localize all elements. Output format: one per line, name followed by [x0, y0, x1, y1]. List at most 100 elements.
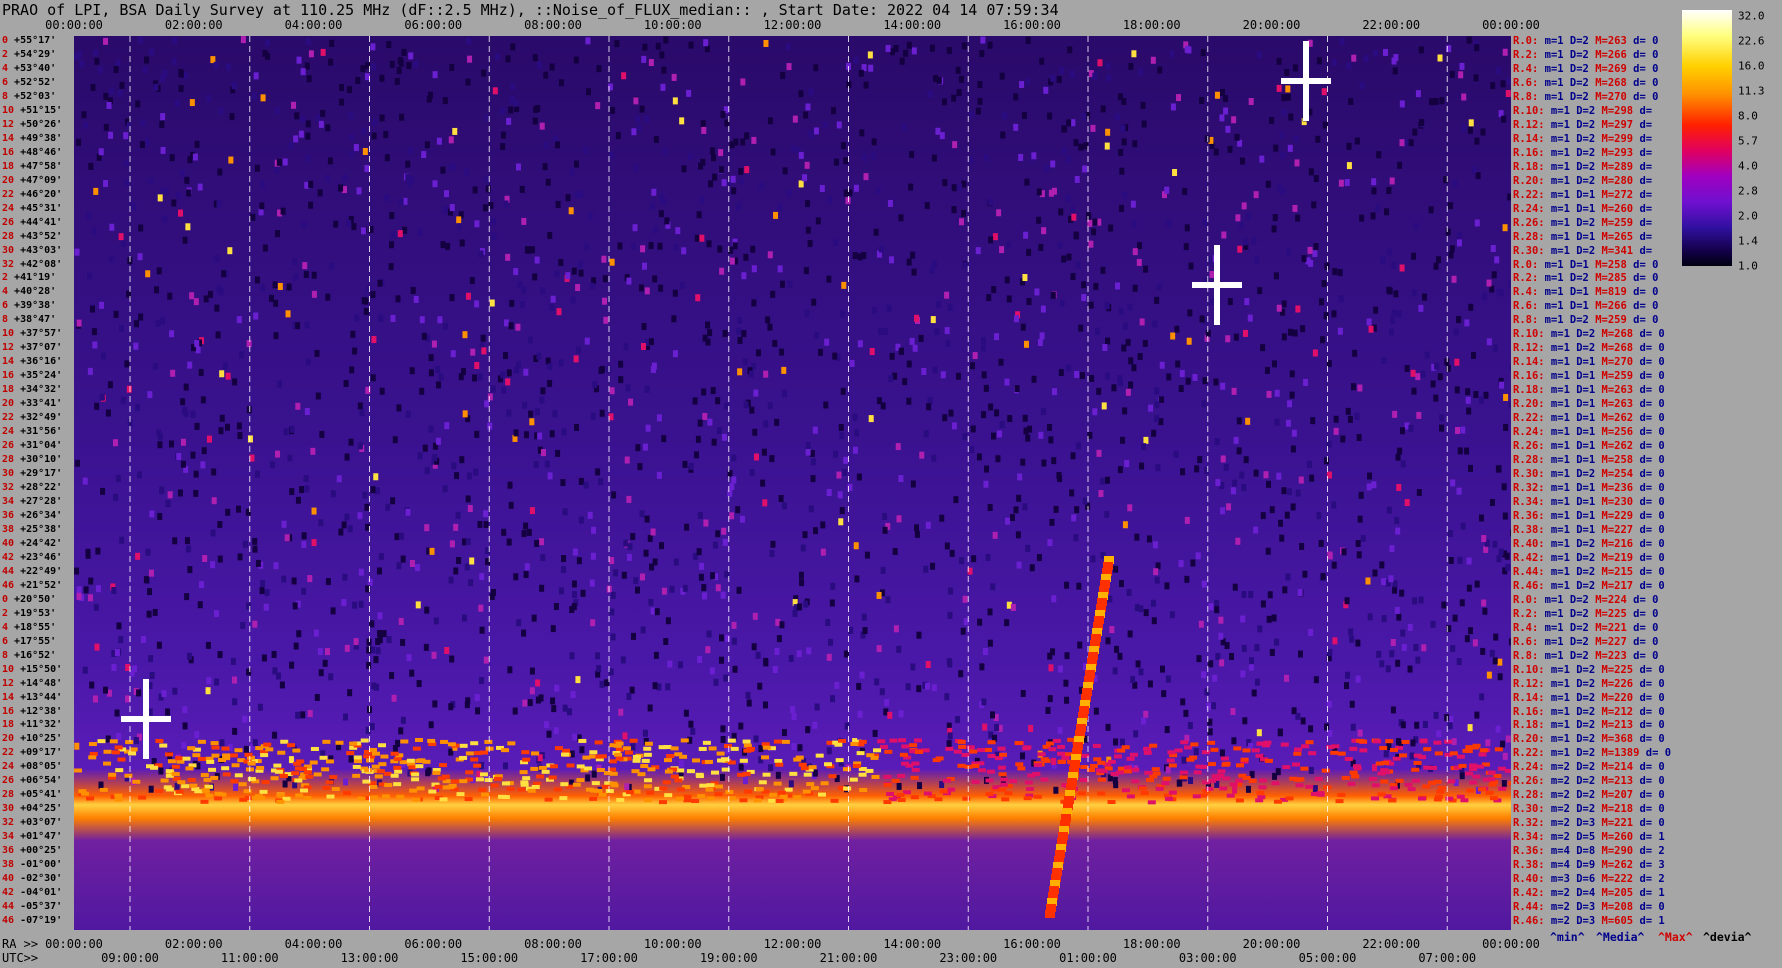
noise-pixel	[483, 521, 489, 529]
noise-pixel	[645, 424, 651, 432]
noise-pixel	[1204, 688, 1210, 696]
top-tick-label: 14:00:00	[883, 18, 942, 32]
row-stat: R.14: m=1 D=1 M=270 d= 0	[1513, 357, 1665, 368]
top-tick-label: 06:00:00	[404, 18, 463, 32]
row-stat: R.18: m=1 D=2 M=213 d= 0	[1513, 720, 1665, 731]
noise-pixel	[219, 739, 225, 747]
stat-part: m=1	[1544, 454, 1577, 467]
stat-part: m=1	[1538, 272, 1570, 285]
noise-pixel	[1313, 175, 1319, 183]
noise-pixel	[1104, 142, 1110, 150]
band-pixel	[798, 762, 807, 767]
declination-index: 38	[2, 523, 21, 535]
noise-pixel	[1070, 452, 1076, 460]
noise-pixel	[813, 127, 819, 135]
band-pixel	[576, 778, 585, 783]
stat-part: M=262	[1601, 859, 1634, 872]
noise-pixel	[424, 524, 430, 532]
noise-pixel	[288, 756, 294, 764]
band-pixel	[871, 774, 880, 779]
band-pixel	[1337, 792, 1346, 797]
noise-pixel	[826, 275, 832, 283]
band-pixel	[1293, 777, 1302, 782]
noise-pixel	[534, 408, 540, 416]
noise-pixel	[909, 150, 915, 158]
noise-pixel	[1222, 94, 1228, 102]
noise-pixel	[984, 465, 990, 473]
band-pixel	[566, 763, 575, 768]
declination-value: +01°47'	[20, 831, 63, 843]
noise-pixel	[1102, 344, 1108, 352]
stat-part: M=259	[1595, 314, 1627, 327]
noise-pixel	[988, 198, 994, 206]
row-stat: R.0: m=1 D=2 M=224 d= 0	[1513, 595, 1658, 606]
noise-pixel	[1439, 97, 1445, 105]
noise-pixel	[491, 232, 497, 240]
noise-pixel	[135, 403, 141, 411]
band-pixel	[626, 790, 635, 795]
band-pixel	[441, 774, 450, 779]
noise-pixel	[909, 337, 915, 345]
noise-pixel	[1209, 298, 1215, 306]
noise-pixel	[1104, 372, 1110, 380]
row-stat: R.16: m=1 D=2 M=293 d=	[1513, 148, 1652, 159]
declination-label: 2 +54°29'	[2, 49, 56, 60]
stat-part: m=1	[1544, 174, 1577, 187]
ra-tick-label: 18:00:00	[1122, 937, 1181, 951]
noise-pixel	[585, 37, 591, 45]
noise-pixel	[1418, 304, 1424, 312]
declination-value: +24°42'	[20, 537, 63, 549]
noise-pixel	[914, 524, 920, 532]
stat-part: R.16:	[1513, 705, 1545, 718]
band-pixel	[210, 741, 219, 746]
noise-pixel	[1013, 93, 1019, 101]
noise-pixel	[398, 532, 404, 540]
band-pixel	[1092, 743, 1101, 748]
band-pixel	[155, 738, 164, 743]
noise-pixel	[561, 428, 567, 436]
stat-part: M=223	[1595, 649, 1627, 662]
noise-pixel	[1113, 565, 1119, 573]
declination-value: +17°55'	[14, 635, 57, 647]
band-pixel	[263, 742, 272, 747]
noise-pixel	[169, 154, 175, 162]
noise-pixel	[88, 162, 94, 170]
noise-pixel	[358, 568, 364, 576]
noise-pixel	[1439, 424, 1445, 432]
band-pixel	[1113, 754, 1122, 759]
noise-pixel	[975, 107, 981, 115]
band-pixel	[560, 782, 569, 787]
noise-pixel	[777, 203, 783, 211]
stat-part: R.38:	[1513, 523, 1545, 536]
declination-label: 36 +00°25'	[2, 846, 62, 856]
noise-pixel	[1433, 711, 1439, 719]
declination-value: +48°46'	[20, 146, 63, 158]
band-pixel	[774, 758, 783, 763]
band-pixel	[985, 778, 994, 783]
colorbar	[1682, 10, 1732, 266]
noise-pixel	[272, 281, 278, 289]
noise-pixel	[325, 124, 331, 132]
noise-pixel	[184, 593, 190, 601]
band-pixel	[294, 778, 303, 783]
noise-pixel	[1266, 615, 1272, 623]
noise-pixel	[176, 191, 182, 199]
ra-tick-label: 20:00:00	[1242, 937, 1301, 951]
noise-pixel	[609, 151, 615, 159]
noise-pixel	[1122, 191, 1128, 199]
noise-pixel	[1433, 394, 1439, 402]
band-pixel	[396, 794, 405, 799]
noise-pixel	[510, 83, 516, 91]
noise-pixel	[873, 228, 879, 236]
noise-pixel	[1166, 219, 1172, 227]
noise-pixel	[330, 490, 336, 498]
noise-pixel	[142, 66, 148, 74]
band-pixel	[692, 758, 701, 763]
noise-pixel	[1081, 112, 1087, 120]
band-pixel	[1388, 798, 1397, 803]
row-stat: R.18: m=1 D=2 M=289 d=	[1513, 161, 1652, 172]
noise-pixel	[112, 439, 118, 447]
noise-pixel	[1013, 315, 1019, 323]
noise-pixel	[579, 746, 585, 754]
noise-pixel	[1492, 657, 1498, 665]
